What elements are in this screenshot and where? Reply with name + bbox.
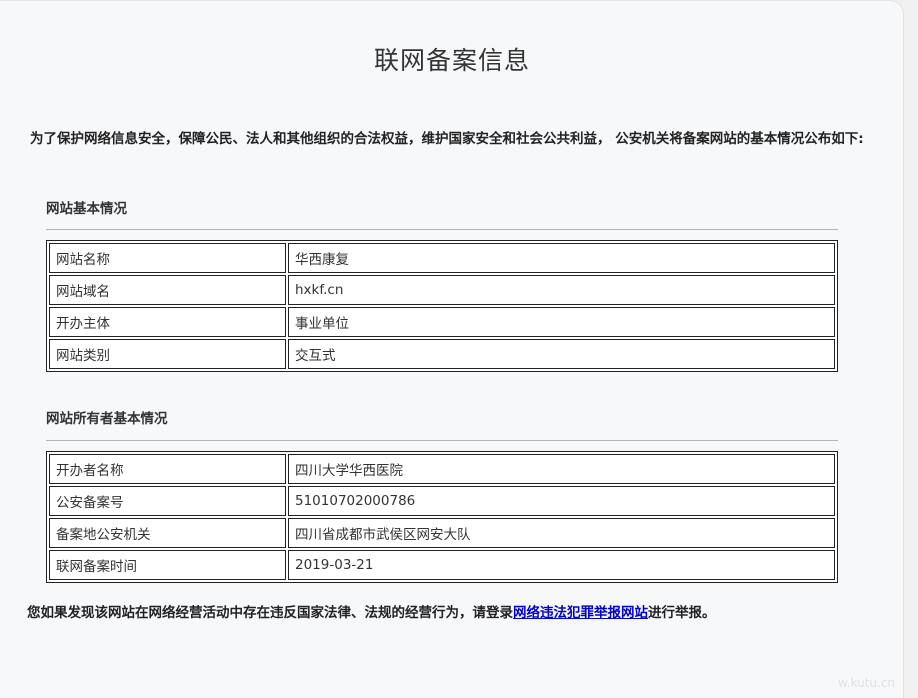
row-value: 事业单位 <box>288 307 835 337</box>
table-row: 网站类别 交互式 <box>49 339 835 369</box>
row-label: 备案地公安机关 <box>49 518 286 548</box>
page-title: 联网备案信息 <box>373 46 530 75</box>
row-label: 公安备案号 <box>49 486 286 516</box>
row-value: 四川省成都市武侯区网安大队 <box>288 518 835 548</box>
row-value: hxkf.cn <box>288 275 835 305</box>
page-frame: 联网备案信息 为了保护网络信息安全，保障公民、法人和其他组织的合法权益，维护国家… <box>0 0 904 698</box>
table-row: 公安备案号 51010702000786 <box>49 486 835 516</box>
row-label: 网站类别 <box>49 339 286 369</box>
basic-info-table: 网站名称 华西康复 网站域名 hxkf.cn 开办主体 事业单位 网站类别 交互… <box>46 240 838 372</box>
table-row: 开办者名称 四川大学华西医院 <box>49 454 835 484</box>
row-label: 开办者名称 <box>49 454 286 484</box>
watermark: w.kutu.cn <box>838 676 896 690</box>
table-row: 开办主体 事业单位 <box>49 307 835 337</box>
table-row: 网站名称 华西康复 <box>49 243 835 273</box>
report-notice: 您如果发现该网站在网络经营活动中存在违反国家法律、法规的经营行为，请登录网络违法… <box>27 601 716 621</box>
table-row: 备案地公安机关 四川省成都市武侯区网安大队 <box>49 518 835 548</box>
notice-text-before: 您如果发现该网站在网络经营活动中存在违反国家法律、法规的经营行为，请登录 <box>27 605 513 621</box>
intro-text: 为了保护网络信息安全，保障公民、法人和其他组织的合法权益，维护国家安全和社会公共… <box>30 131 864 147</box>
section-divider <box>46 229 838 230</box>
section-divider <box>46 440 838 441</box>
notice-text-after: 进行举报。 <box>648 605 716 621</box>
row-value: 2019-03-21 <box>288 550 835 580</box>
row-value: 交互式 <box>288 339 835 369</box>
row-label: 网站域名 <box>49 275 286 305</box>
section-title-basic: 网站基本情况 <box>46 201 127 217</box>
owner-info-table: 开办者名称 四川大学华西医院 公安备案号 51010702000786 备案地公… <box>46 451 838 583</box>
row-value: 51010702000786 <box>288 486 835 516</box>
row-value: 华西康复 <box>288 243 835 273</box>
row-value: 四川大学华西医院 <box>288 454 835 484</box>
table-row: 网站域名 hxkf.cn <box>49 275 835 305</box>
row-label: 联网备案时间 <box>49 550 286 580</box>
table-row: 联网备案时间 2019-03-21 <box>49 550 835 580</box>
section-title-owner: 网站所有者基本情况 <box>46 411 168 427</box>
report-site-link[interactable]: 网络违法犯罪举报网站 <box>513 605 648 621</box>
row-label: 网站名称 <box>49 243 286 273</box>
row-label: 开办主体 <box>49 307 286 337</box>
